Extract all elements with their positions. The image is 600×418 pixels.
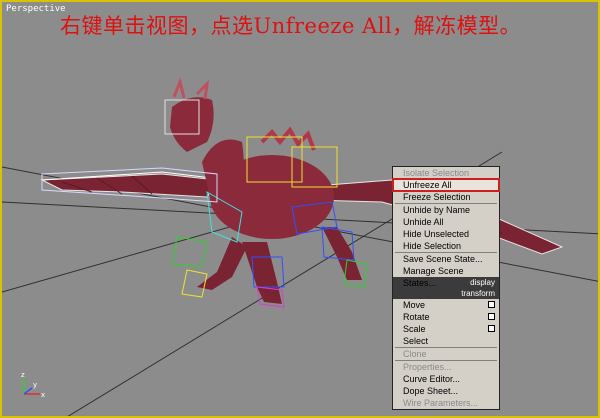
menu-hide-selection[interactable]: Hide Selection: [393, 240, 499, 252]
axis-y-line: [23, 387, 33, 395]
menu-unhide-by-name[interactable]: Unhide by Name: [393, 204, 499, 216]
menu-manage-scene-states[interactable]: Manage Scene States...: [393, 265, 499, 288]
menu-hide-unselected[interactable]: Hide Unselected: [393, 228, 499, 240]
rotate-settings-icon[interactable]: [488, 313, 495, 320]
instruction-caption: 右键单击视图，点选Unfreeze All，解冻模型。: [60, 14, 522, 38]
menu-freeze-selection[interactable]: Freeze Selection: [393, 191, 499, 203]
menu-unhide-all[interactable]: Unhide All: [393, 216, 499, 228]
menu-move[interactable]: Move: [393, 299, 499, 311]
menu-properties[interactable]: Properties...: [393, 361, 499, 373]
menu-wire-parameters[interactable]: Wire Parameters...: [393, 397, 499, 409]
axis-x-label: x: [41, 391, 45, 399]
menu-dope-sheet[interactable]: Dope Sheet...: [393, 385, 499, 397]
menu-clone[interactable]: Clone: [393, 348, 499, 360]
quad-header-transform: transform: [393, 288, 499, 299]
menu-unfreeze-all[interactable]: Unfreeze All: [392, 178, 500, 192]
axis-tripod: z x y: [21, 372, 45, 399]
menu-curve-editor[interactable]: Curve Editor...: [393, 373, 499, 385]
menu-scale-label: Scale: [403, 324, 426, 334]
perspective-viewport[interactable]: Perspective 右键单击视图，点选Unfreeze All，解冻模型。 …: [0, 0, 600, 418]
menu-select[interactable]: Select: [393, 335, 499, 347]
axis-z-label: z: [21, 372, 25, 379]
scale-settings-icon[interactable]: [488, 325, 495, 332]
quad-menu: Isolate Selection Unfreeze All Freeze Se…: [392, 166, 500, 410]
dragon-left-wing: [40, 171, 218, 198]
menu-save-scene-state[interactable]: Save Scene State...: [393, 253, 499, 265]
menu-scale[interactable]: Scale: [393, 323, 499, 335]
move-settings-icon[interactable]: [488, 301, 495, 308]
axis-y-label: y: [33, 381, 37, 389]
menu-move-label: Move: [403, 300, 426, 310]
scene-canvas[interactable]: [2, 2, 600, 418]
menu-rotate[interactable]: Rotate: [393, 311, 499, 323]
menu-isolate-selection[interactable]: Isolate Selection: [393, 167, 499, 179]
menu-rotate-label: Rotate: [403, 312, 430, 322]
